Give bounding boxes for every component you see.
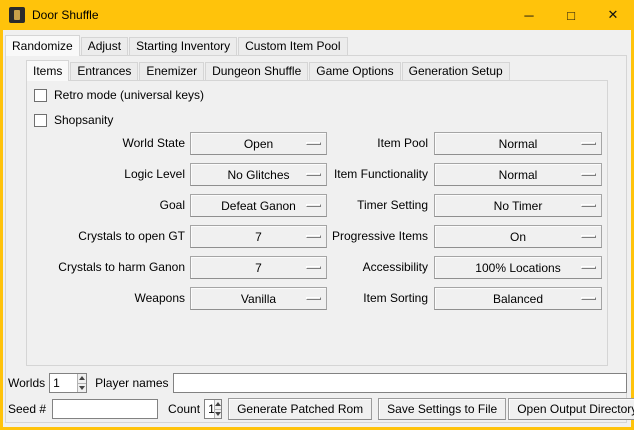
accessibility-dropdown[interactable]: 100% Locations [434, 256, 602, 279]
shopsanity-checkbox-row[interactable]: Shopsanity [34, 112, 113, 128]
items-panel: Retro mode (universal keys) Shopsanity W… [26, 80, 608, 366]
goal-label: Goal [27, 194, 185, 217]
item-pool-value: Normal [499, 137, 538, 151]
item-sorting-value: Balanced [493, 292, 543, 306]
seed-label: Seed # [8, 402, 46, 416]
item-pool-label: Item Pool [270, 132, 428, 155]
dropdown-indicator-icon [581, 204, 596, 207]
count-spin-down-button[interactable] [215, 409, 221, 419]
world-state-label: World State [27, 132, 185, 155]
tab-enemizer[interactable]: Enemizer [139, 62, 204, 80]
shopsanity-label: Shopsanity [54, 113, 113, 127]
app-window: Door Shuffle ─ □ ✕ Randomize Adjust Star… [0, 0, 634, 430]
setting-row: Goal Defeat Ganon Timer Setting No Timer [27, 194, 607, 217]
tab-entrances[interactable]: Entrances [70, 62, 138, 80]
window-title: Door Shuffle [32, 8, 99, 22]
spin-up-icon [215, 402, 221, 406]
setting-row: Crystals to harm Ganon 7 Accessibility 1… [27, 256, 607, 279]
count-spin-buttons [214, 400, 221, 418]
crystals-gt-value: 7 [255, 230, 262, 244]
accessibility-label: Accessibility [270, 256, 428, 279]
maximize-icon: □ [567, 8, 575, 23]
spin-down-icon [79, 386, 85, 390]
outer-tab-bar: Randomize Adjust Starting Inventory Cust… [5, 34, 349, 55]
progressive-items-label: Progressive Items [270, 225, 428, 248]
player-names-input[interactable] [173, 373, 628, 393]
worlds-spinbox[interactable] [49, 373, 87, 393]
tab-items[interactable]: Items [26, 60, 69, 81]
tab-starting-inventory[interactable]: Starting Inventory [129, 37, 237, 55]
retro-mode-label: Retro mode (universal keys) [54, 88, 204, 102]
open-output-directory-button[interactable]: Open Output Directory [508, 398, 634, 420]
item-sorting-dropdown[interactable]: Balanced [434, 287, 602, 310]
timer-setting-value: No Timer [494, 199, 543, 213]
count-label: Count [168, 402, 200, 416]
seed-row: Seed # Count Generate Patched Rom Save S… [8, 398, 627, 420]
worlds-spin-buttons [77, 374, 87, 392]
item-functionality-dropdown[interactable]: Normal [434, 163, 602, 186]
accessibility-value: 100% Locations [475, 261, 560, 275]
dropdown-indicator-icon [581, 235, 596, 238]
count-spin-up-button[interactable] [215, 400, 221, 409]
count-spin-input[interactable] [205, 400, 214, 418]
save-settings-button[interactable]: Save Settings to File [378, 398, 506, 420]
titlebar[interactable]: Door Shuffle ─ □ ✕ [0, 0, 634, 30]
player-names-label: Player names [95, 376, 168, 390]
retro-mode-checkbox[interactable] [34, 89, 47, 102]
setting-row: Weapons Vanilla Item Sorting Balanced [27, 287, 607, 310]
randomize-panel: Items Entrances Enemizer Dungeon Shuffle… [5, 55, 627, 423]
item-functionality-value: Normal [499, 168, 538, 182]
setting-row: Logic Level No Glitches Item Functionali… [27, 163, 607, 186]
tab-randomize[interactable]: Randomize [5, 35, 80, 56]
tab-generation-setup[interactable]: Generation Setup [402, 62, 510, 80]
app-icon [9, 7, 25, 23]
weapons-label: Weapons [27, 287, 185, 310]
timer-setting-dropdown[interactable]: No Timer [434, 194, 602, 217]
progressive-items-dropdown[interactable]: On [434, 225, 602, 248]
item-pool-dropdown[interactable]: Normal [434, 132, 602, 155]
seed-input[interactable] [52, 399, 158, 419]
tab-dungeon-shuffle[interactable]: Dungeon Shuffle [205, 62, 308, 80]
minimize-icon: ─ [524, 8, 533, 23]
crystals-ganon-label: Crystals to harm Ganon [27, 256, 185, 279]
close-icon: ✕ [608, 7, 619, 23]
progressive-items-value: On [510, 230, 526, 244]
tab-custom-item-pool[interactable]: Custom Item Pool [238, 37, 347, 55]
crystals-ganon-value: 7 [255, 261, 262, 275]
spin-up-icon [79, 376, 85, 380]
shopsanity-checkbox[interactable] [34, 114, 47, 127]
worlds-spin-down-button[interactable] [78, 383, 87, 393]
dropdown-indicator-icon [581, 266, 596, 269]
close-button[interactable]: ✕ [592, 0, 634, 30]
dropdown-indicator-icon [581, 173, 596, 176]
generate-patched-rom-button[interactable]: Generate Patched Rom [228, 398, 372, 420]
logic-level-label: Logic Level [27, 163, 185, 186]
timer-setting-label: Timer Setting [270, 194, 428, 217]
retro-mode-checkbox-row[interactable]: Retro mode (universal keys) [34, 87, 204, 103]
worlds-label: Worlds [8, 376, 45, 390]
crystals-gt-label: Crystals to open GT [27, 225, 185, 248]
window-controls: ─ □ ✕ [508, 0, 634, 30]
dropdown-indicator-icon [581, 297, 596, 300]
worlds-row: Worlds Player names [8, 372, 627, 394]
tab-game-options[interactable]: Game Options [309, 62, 400, 80]
worlds-spin-up-button[interactable] [78, 374, 87, 383]
setting-row: World State Open Item Pool Normal [27, 132, 607, 155]
item-sorting-label: Item Sorting [270, 287, 428, 310]
worlds-spin-input[interactable] [50, 374, 76, 392]
spin-down-icon [215, 412, 221, 416]
maximize-button[interactable]: □ [550, 0, 592, 30]
minimize-button[interactable]: ─ [508, 0, 550, 30]
world-state-value: Open [244, 137, 273, 151]
item-functionality-label: Item Functionality [270, 163, 428, 186]
count-spinbox[interactable] [204, 399, 222, 419]
inner-tab-bar: Items Entrances Enemizer Dungeon Shuffle… [26, 59, 511, 80]
client-area: Randomize Adjust Starting Inventory Cust… [3, 30, 631, 427]
dropdown-indicator-icon [581, 142, 596, 145]
tab-adjust[interactable]: Adjust [81, 37, 128, 55]
setting-row: Crystals to open GT 7 Progressive Items … [27, 225, 607, 248]
